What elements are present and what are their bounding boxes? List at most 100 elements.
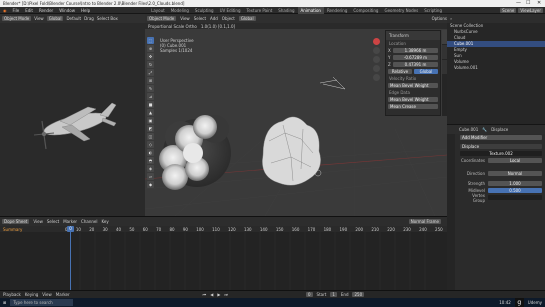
view-menu[interactable]: View <box>180 16 190 21</box>
dope-view-menu[interactable]: View <box>33 219 43 224</box>
menu-file[interactable]: File <box>10 7 23 14</box>
knife-tool-icon[interactable]: ◇ <box>147 141 154 148</box>
camera-viewport[interactable] <box>0 23 145 216</box>
bevel-tool-icon[interactable]: ◩ <box>147 125 154 132</box>
inset-tool-icon[interactable]: ▣ <box>147 117 154 124</box>
dope-channel-menu[interactable]: Channel <box>81 219 97 224</box>
spin-tool-icon[interactable]: ◐ <box>147 149 154 156</box>
location-y-field[interactable]: -0.67289 m <box>393 55 438 60</box>
loop-cut-tool-icon[interactable]: ◫ <box>147 133 154 140</box>
tab-shading[interactable]: Shading <box>275 7 297 14</box>
playback-menu[interactable]: Playback <box>3 292 21 297</box>
dope-marker-menu[interactable]: Marker <box>63 219 77 224</box>
camera-view-icon[interactable] <box>373 65 380 72</box>
tab-rendering[interactable]: Rendering <box>324 7 350 14</box>
vertex-group-field[interactable] <box>488 195 542 200</box>
dope-select-menu[interactable]: Select <box>47 219 59 224</box>
texture-field[interactable]: Texture.002 <box>460 151 542 156</box>
orientation-dropdown[interactable]: Global <box>238 16 256 21</box>
jump-end-icon[interactable]: ⏭ <box>224 292 228 297</box>
add-modifier-button[interactable]: Add Modifier <box>460 135 542 140</box>
left-mode-dropdown[interactable]: Object Mode <box>2 16 32 21</box>
location-x-field[interactable]: 1.38966 m <box>393 48 438 53</box>
outliner-item[interactable]: Volume.001 <box>447 65 545 71</box>
tab-sculpting[interactable]: Sculpting <box>192 7 217 14</box>
location-z-field[interactable]: 0.47391 m <box>393 62 438 67</box>
displace-modifier-name[interactable]: Displace <box>460 144 542 149</box>
cursor-tool-icon[interactable]: ⊕ <box>147 45 154 52</box>
taskbar-search[interactable]: Type here to search <box>10 299 73 306</box>
pan-icon[interactable] <box>373 56 380 63</box>
relative-button[interactable]: Relative <box>388 69 412 74</box>
scene-field[interactable]: Scene <box>500 7 517 13</box>
tab-layout[interactable]: Layout <box>148 7 168 14</box>
zoom-icon[interactable] <box>373 47 380 54</box>
coordinates-dropdown[interactable]: Local <box>488 158 542 163</box>
tab-scripting[interactable]: Scripting <box>421 7 445 14</box>
select-menu[interactable]: Select <box>194 16 206 21</box>
left-orientation-dropdown[interactable]: Global <box>46 16 64 21</box>
tab-compositing[interactable]: Compositing <box>350 7 381 14</box>
rip-tool-icon[interactable]: ◆ <box>147 181 154 188</box>
menu-edit[interactable]: Edit <box>22 7 36 14</box>
maximize-button[interactable]: ☐ <box>526 0 530 7</box>
scale-tool-icon[interactable]: ⤢ <box>147 69 154 76</box>
tab-animation[interactable]: Animation <box>297 6 324 14</box>
left-view-menu[interactable]: View <box>34 16 44 21</box>
close-button[interactable]: ✕ <box>537 0 541 7</box>
smooth-tool-icon[interactable]: ◓ <box>147 157 154 164</box>
marker-menu[interactable]: Marker <box>56 292 70 297</box>
summary-label[interactable]: Summary <box>3 227 22 232</box>
jump-start-icon[interactable]: ⏮ <box>203 292 207 297</box>
add-menu[interactable]: Add <box>210 16 218 21</box>
play-reverse-icon[interactable]: ◀ <box>210 292 213 297</box>
end-frame-field[interactable]: 250 <box>352 292 365 297</box>
shear-tool-icon[interactable]: ▱ <box>147 173 154 180</box>
rotate-tool-icon[interactable]: ↻ <box>147 61 154 68</box>
menu-help[interactable]: Help <box>78 7 93 14</box>
move-tool-icon[interactable]: ✥ <box>147 53 154 60</box>
menu-window[interactable]: Window <box>56 7 78 14</box>
npanel-transform-header[interactable]: Transform <box>386 31 440 40</box>
interpolation-dropdown[interactable]: Normal Frame <box>408 219 441 224</box>
shrink-tool-icon[interactable]: ◈ <box>147 165 154 172</box>
outliner-filter-icon[interactable]: ⌕ <box>450 16 452 21</box>
measure-tool-icon[interactable]: ⊿ <box>147 93 154 100</box>
annotate-tool-icon[interactable]: ✎ <box>147 85 154 92</box>
viewlayer-field[interactable]: ViewLayer <box>518 7 543 13</box>
minimize-button[interactable]: — <box>516 0 521 7</box>
midlevel-field[interactable]: 0.500 <box>488 188 542 193</box>
ortho-toggle-icon[interactable] <box>373 74 380 81</box>
tab-texture-paint[interactable]: Texture Paint <box>243 7 275 14</box>
object-menu[interactable]: Object <box>222 16 235 21</box>
play-icon[interactable]: ▶ <box>217 292 220 297</box>
left-select-box[interactable]: Select Box <box>97 16 118 21</box>
select-tool-icon[interactable]: ⬚ <box>147 37 154 44</box>
keying-menu[interactable]: Keying <box>25 292 38 297</box>
start-menu-icon[interactable]: ⊞ <box>3 300 6 305</box>
tab-modeling[interactable]: Modeling <box>168 7 192 14</box>
strength-field[interactable]: 1.000 <box>488 181 542 186</box>
mean-crease-field[interactable]: Mean Crease <box>388 104 438 109</box>
editor-type-dropdown[interactable]: Dope Sheet <box>2 219 30 224</box>
menu-render[interactable]: Render <box>36 7 56 14</box>
transform-tool-icon[interactable]: ⊞ <box>147 77 154 84</box>
dope-key-menu[interactable]: Key <box>101 219 108 224</box>
tab-uv-editing[interactable]: UV Editing <box>217 7 244 14</box>
direction-dropdown[interactable]: Normal <box>488 171 542 176</box>
axis-x-icon[interactable] <box>373 38 380 45</box>
view-menu-bottom[interactable]: View <box>42 292 52 297</box>
mean-bevel-field[interactable]: Mean Bevel Weight <box>388 83 438 88</box>
current-frame-field[interactable]: 0 <box>306 292 313 297</box>
start-frame-field[interactable]: 1 <box>330 292 337 297</box>
global-button[interactable]: Global <box>414 69 438 74</box>
mean-bevel-weight-field[interactable]: Mean Bevel Weight <box>388 97 438 102</box>
tab-geometry-nodes[interactable]: Geometry Nodes <box>381 7 421 14</box>
add-cube-tool-icon[interactable]: ■ <box>147 101 154 108</box>
left-default-dropdown[interactable]: Default <box>66 16 81 21</box>
left-drag-dropdown[interactable]: Drag <box>84 16 94 21</box>
main-3d-viewport[interactable]: Object Mode View Select Add Object Globa… <box>145 14 447 216</box>
options-menu[interactable]: Options <box>432 16 447 21</box>
mode-dropdown[interactable]: Object Mode <box>147 16 177 21</box>
blender-logo-icon[interactable]: ◉ <box>0 7 10 14</box>
